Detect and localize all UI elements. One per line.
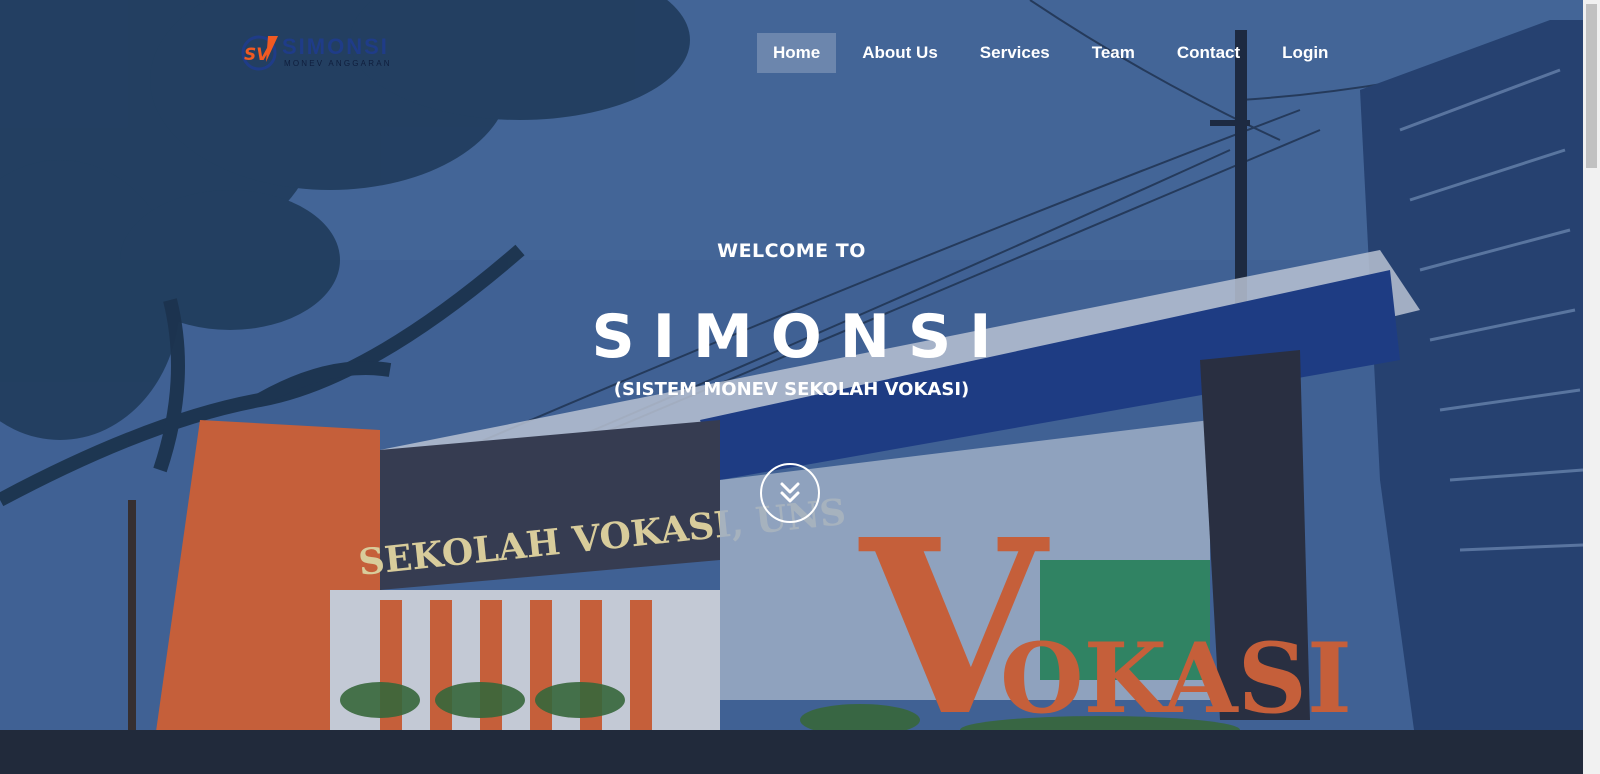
main-nav: Home About Us Services Team Contact Logi… (757, 33, 1354, 73)
logo-title: SIMONSI (282, 34, 389, 59)
sv-logo-icon: SV (241, 35, 278, 71)
nav-home[interactable]: Home (757, 33, 837, 73)
page: SEKOLAH VOKASI, UNS V OKASI SV SIMONSI M… (0, 0, 1600, 774)
scrollbar-thumb[interactable] (1586, 4, 1597, 168)
scroll-down-button[interactable] (760, 463, 820, 523)
nav-services[interactable]: Services (964, 33, 1066, 73)
nav-about-us[interactable]: About Us (846, 33, 954, 73)
site-logo[interactable]: SV SIMONSI MONEV ANGGARAN (238, 32, 408, 72)
nav-contact[interactable]: Contact (1161, 33, 1256, 73)
hero-subtitle: (SISTEM MONEV SEKOLAH VOKASI) (613, 379, 970, 400)
nav-login[interactable]: Login (1266, 33, 1344, 73)
page-scrollbar[interactable] (1583, 0, 1600, 774)
hero-welcome: WELCOME TO (717, 240, 866, 262)
logo-mark-text: SV (244, 45, 271, 65)
nav-team[interactable]: Team (1076, 33, 1151, 73)
logo-subtitle: MONEV ANGGARAN (284, 59, 392, 68)
double-chevron-down-icon (780, 482, 800, 503)
hero-title: SIMONSI (591, 302, 1010, 372)
